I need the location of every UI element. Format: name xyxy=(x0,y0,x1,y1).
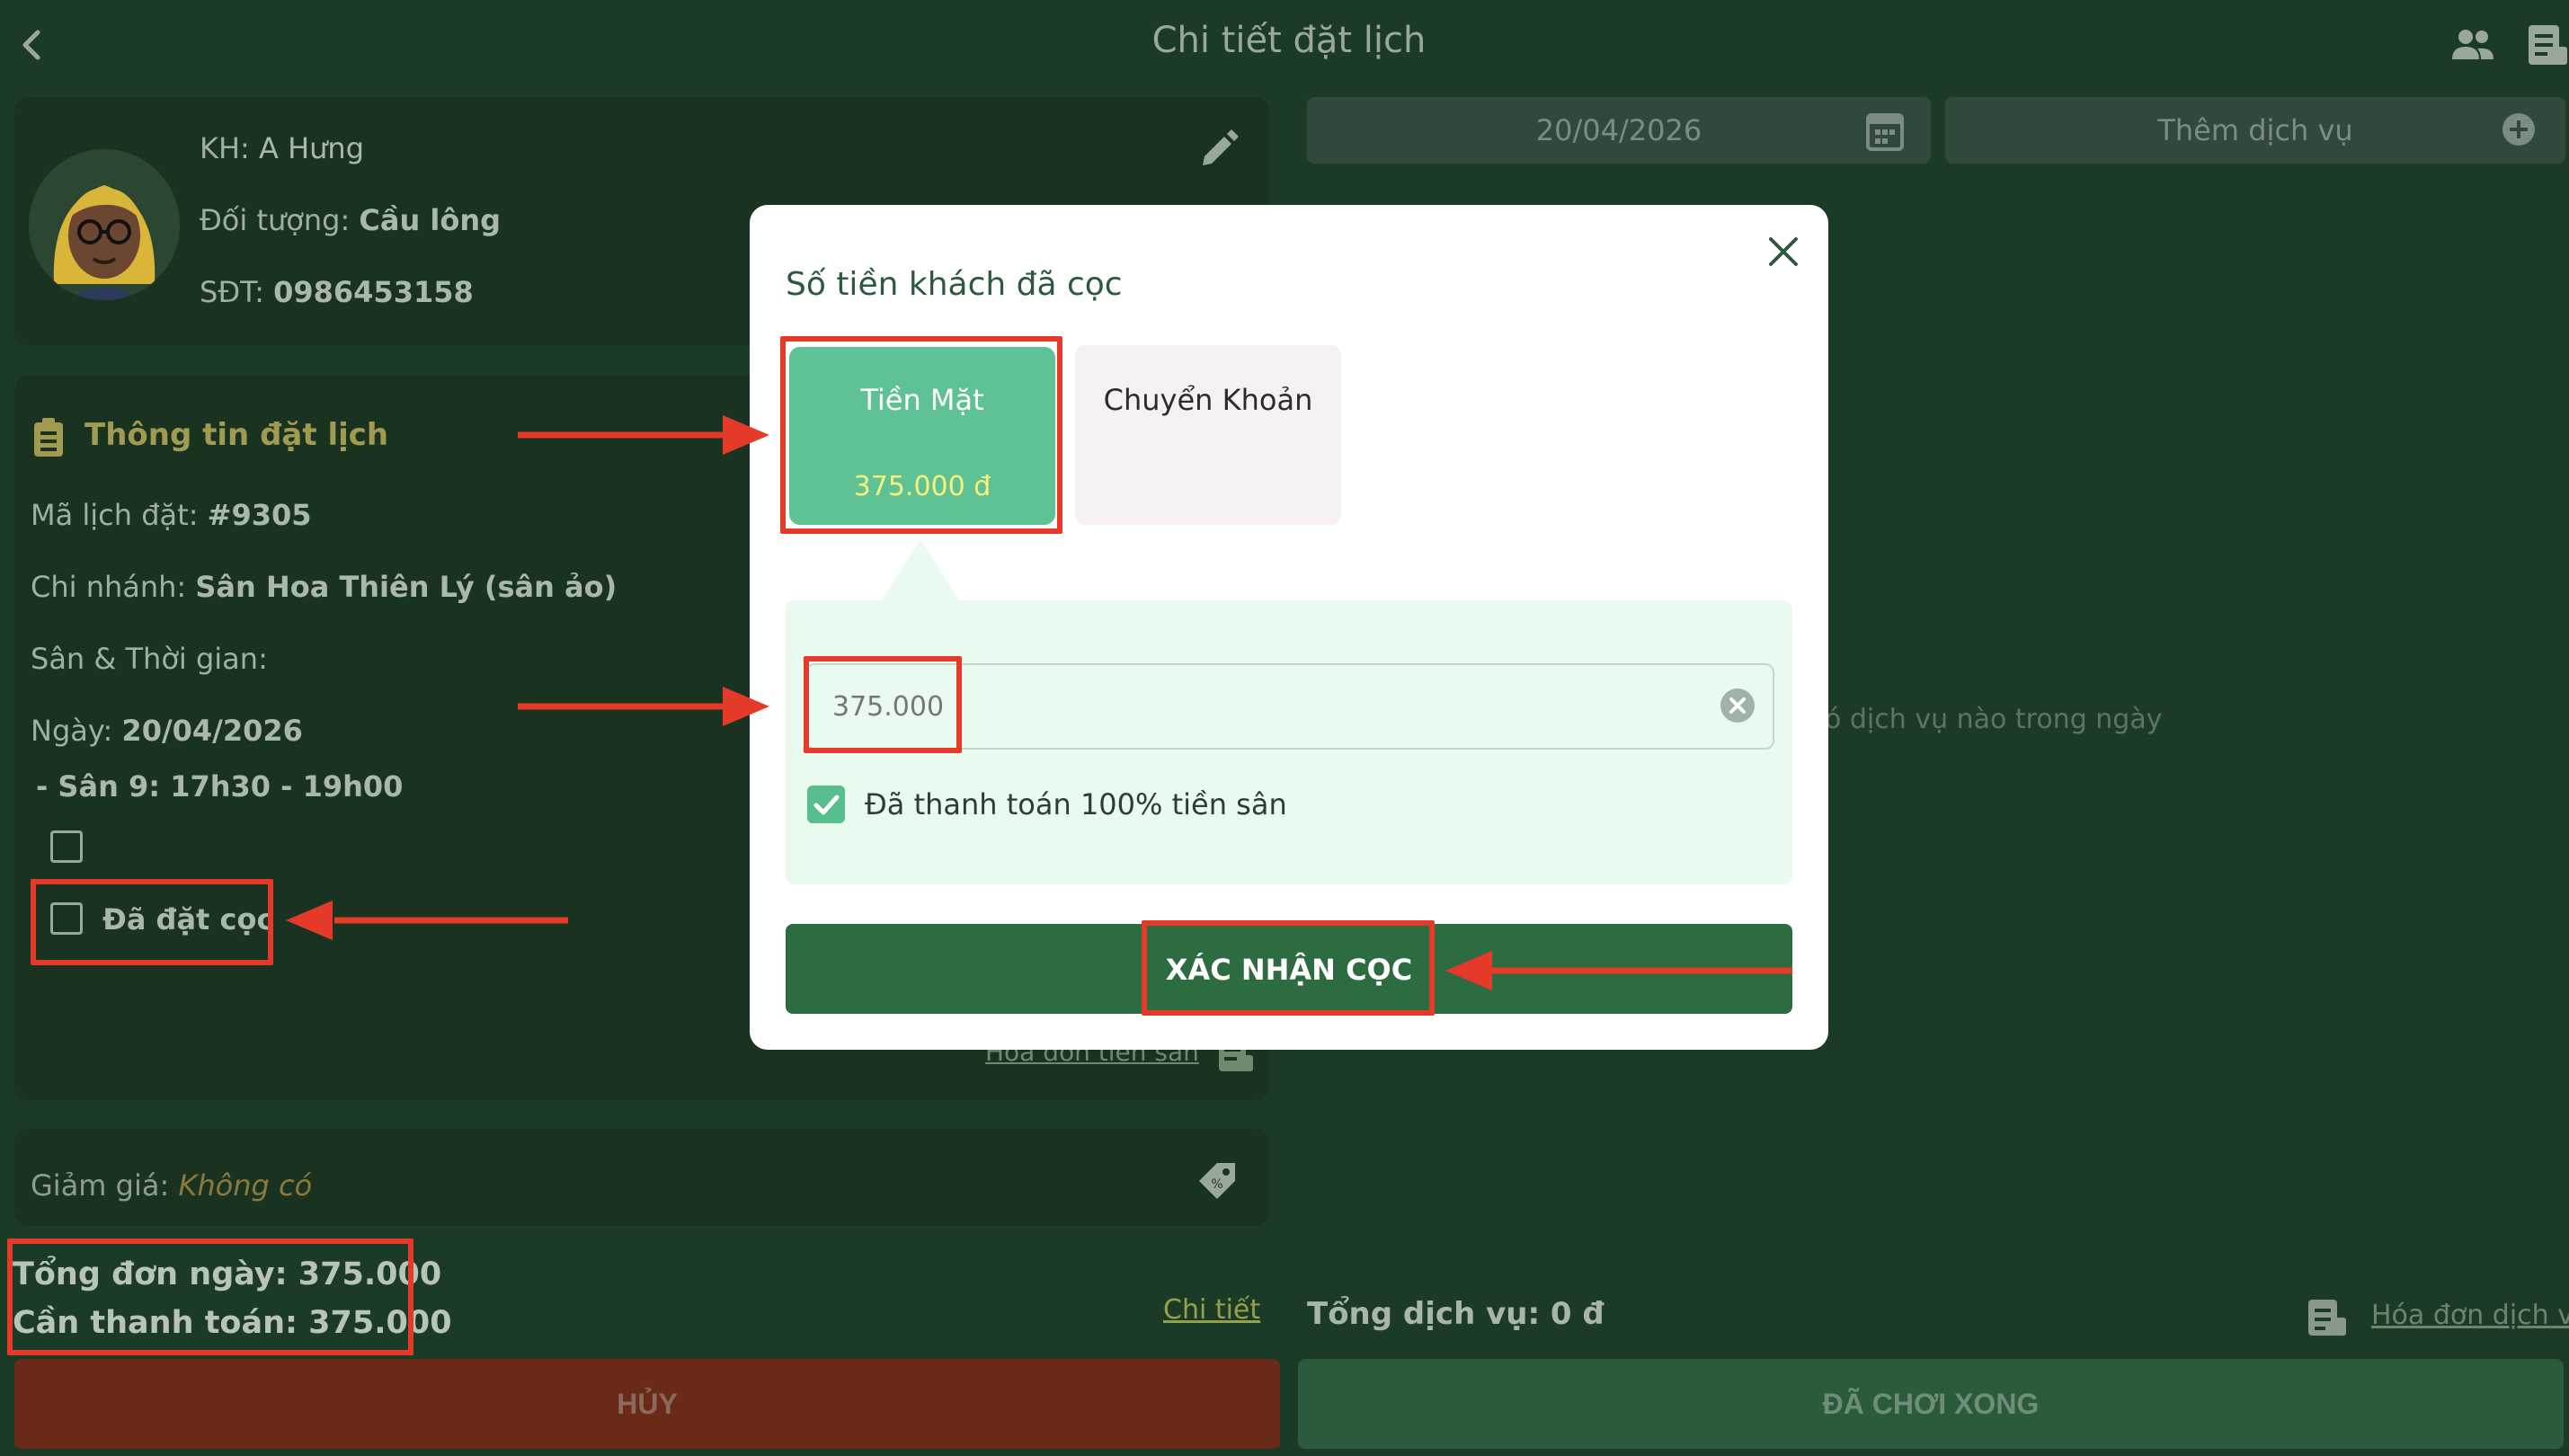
arrow-head-deposit-checkbox xyxy=(286,901,333,940)
annotation-arrows xyxy=(286,415,1792,990)
arrow-head-cash-option xyxy=(723,415,769,455)
arrow-head-confirm-button xyxy=(1445,951,1492,990)
arrow-head-amount-input xyxy=(723,687,769,726)
